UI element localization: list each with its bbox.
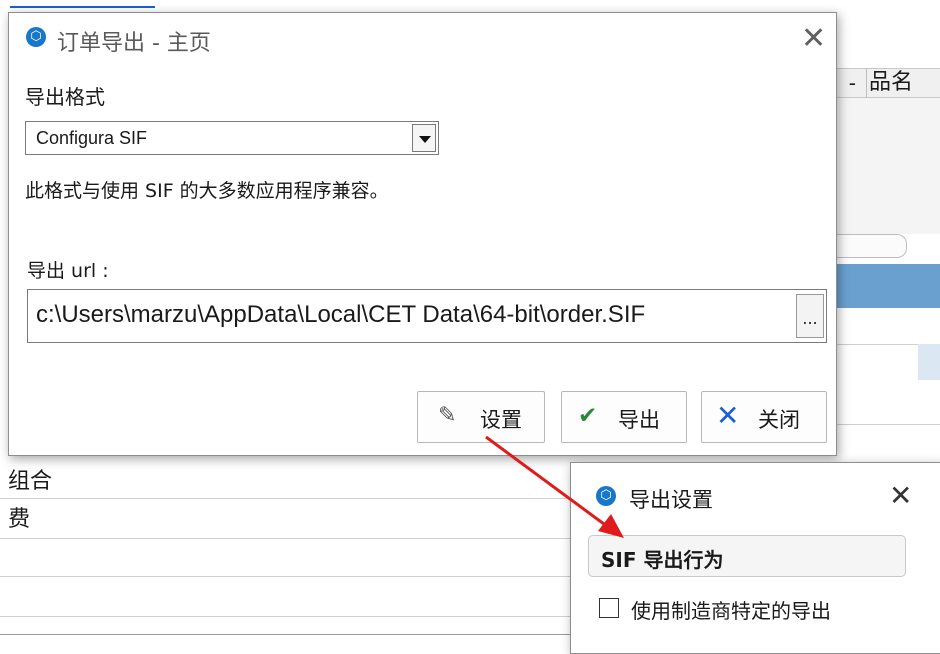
close-icon[interactable]: ✕ [801,21,826,56]
x-icon: ✕ [716,399,740,432]
background-row-line [0,634,570,635]
checkmark-icon: ✔ [578,403,598,429]
background-panel [832,98,940,234]
export-format-label: 导出格式 [25,85,105,109]
chevron-down-icon[interactable] [412,124,436,152]
export-button-label: 导出 [618,408,660,432]
background-scrollbar[interactable] [832,234,907,258]
background-row-line [0,538,570,539]
close-button-label: 关闭 [758,408,800,432]
close-icon[interactable]: ✕ [889,479,912,512]
settings-dialog-title: 导出设置 [629,488,713,512]
background-row-line [832,424,940,425]
app-logo-icon: ⬡ [26,27,46,47]
export-button[interactable]: ✔ 导出 [561,391,687,443]
export-url-label: 导出 url : [27,260,109,282]
background-row-line [0,616,570,617]
header-cell-name: 品名 [869,70,914,95]
background-table-header: - 品名 [832,68,940,98]
format-description: 此格式与使用 SIF 的大多数应用程序兼容。 [25,180,389,202]
header-cell-dash: - [833,69,867,97]
order-export-dialog: ⬡ 订单导出 - 主页 ✕ 导出格式 Configura SIF 此格式与使用 … [8,12,837,456]
background-row-label: 组合 [8,469,53,494]
export-url-input[interactable]: c:\Users\marzu\AppData\Local\CET Data\64… [27,289,827,343]
export-format-value: Configura SIF [36,128,148,148]
background-row-label: 费 [8,507,31,532]
section-header-label: SIF 导出行为 [601,548,724,572]
settings-button-label: 设置 [480,408,522,432]
close-button[interactable]: ✕ 关闭 [701,391,827,443]
background-cell-highlight [918,344,940,380]
settings-button[interactable]: ✎ 设置 [417,391,545,443]
background-selected-row [832,264,940,308]
background-row-line [0,498,570,499]
export-url-value[interactable]: c:\Users\marzu\AppData\Local\CET Data\64… [36,301,790,329]
background-row-line [0,576,570,577]
browse-button[interactable]: ... [796,294,824,338]
dialog-title: 订单导出 - 主页 [57,31,211,56]
checkbox-label[interactable]: 使用制造商特定的导出 [631,595,831,624]
background-link [10,0,155,8]
export-settings-dialog: ⬡ 导出设置 ✕ SIF 导出行为 使用制造商特定的导出 [570,462,940,654]
app-logo-icon: ⬡ [596,486,616,506]
manufacturer-export-checkbox[interactable] [599,598,619,618]
sif-behavior-section-header: SIF 导出行为 [588,535,906,577]
export-format-select[interactable]: Configura SIF [25,121,439,155]
pencil-icon: ✎ [438,403,457,428]
